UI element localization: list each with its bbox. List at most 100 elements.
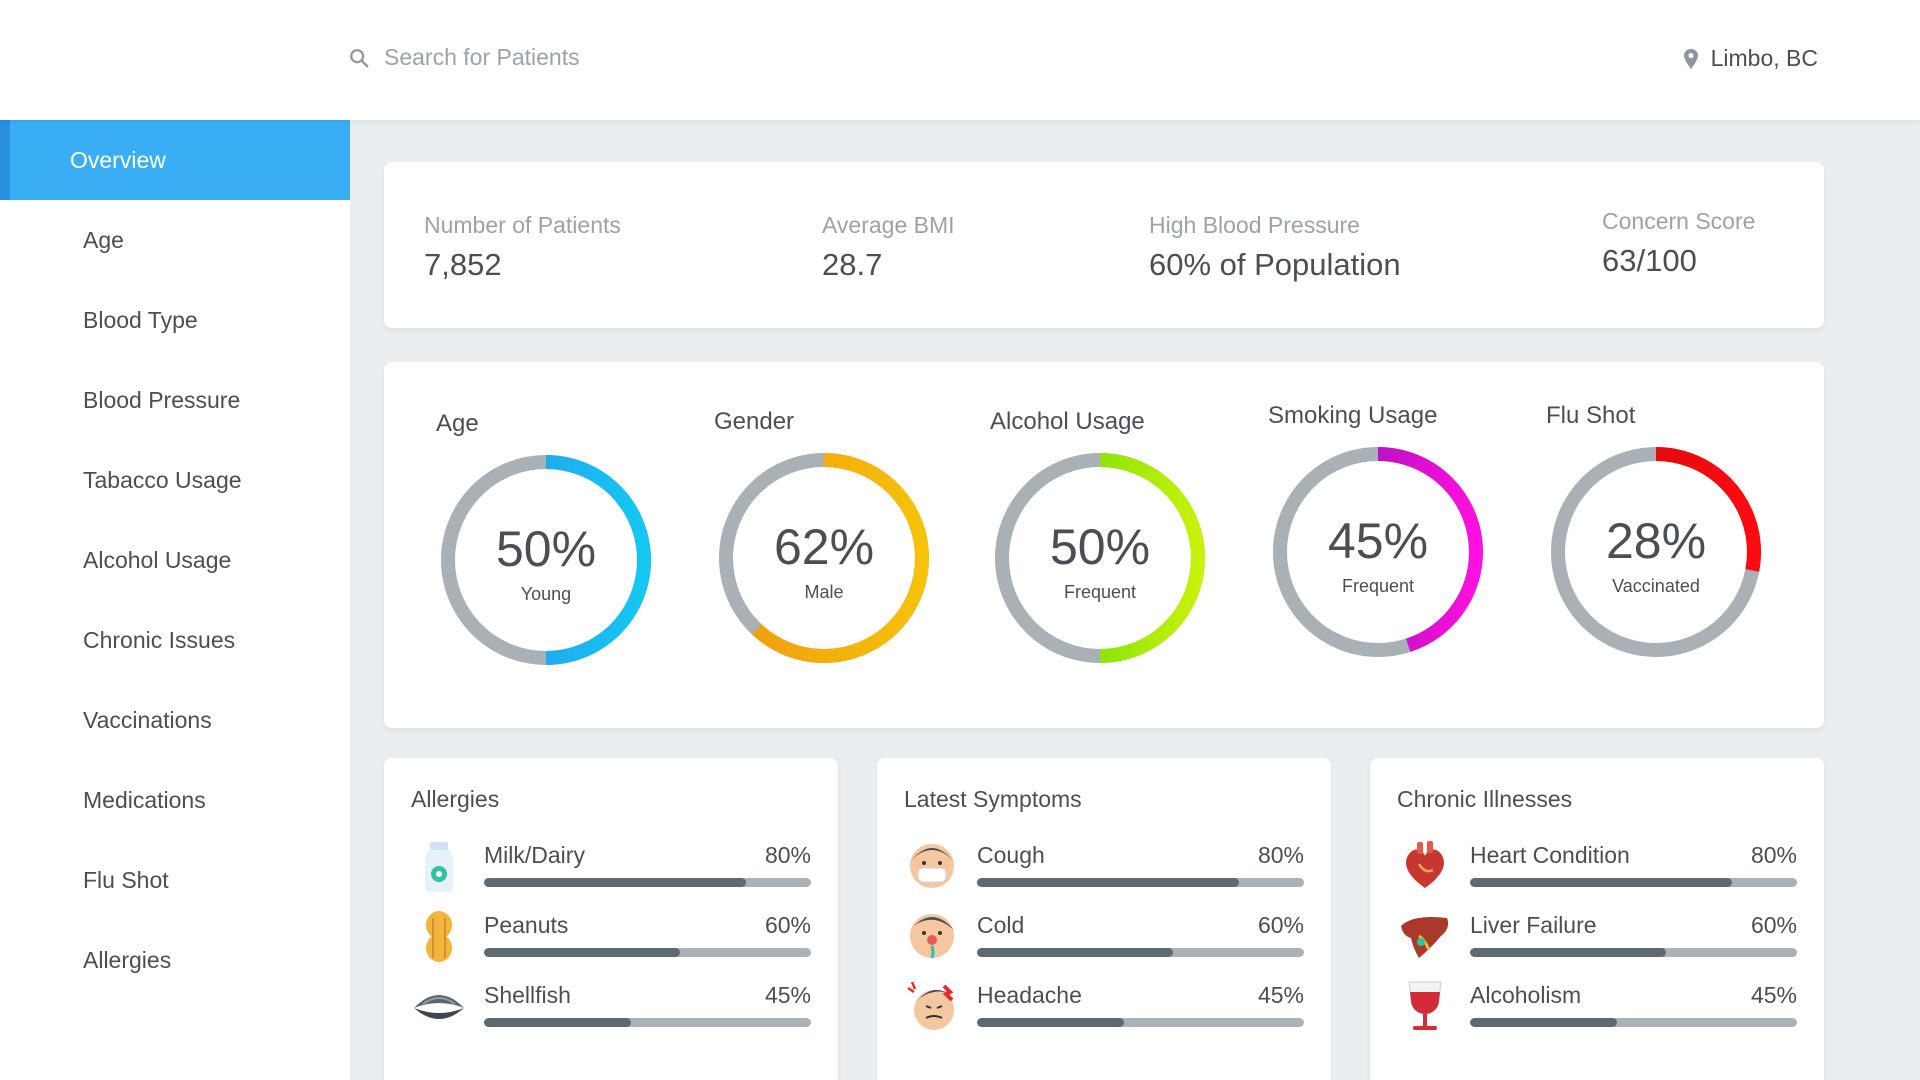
item-percent: 60% <box>764 912 811 938</box>
progress-track <box>484 878 811 887</box>
stat-value: 63/100 <box>1602 243 1697 278</box>
list-item[interactable]: Cold 60% <box>904 908 1304 968</box>
item-percent: 45% <box>764 982 811 1008</box>
sidebar-item-vaccinations[interactable]: Vaccinations <box>0 680 350 760</box>
location-selector[interactable]: Limbo, BC <box>1683 45 1818 72</box>
ring-alcohol-usage[interactable]: Alcohol Usage 50% Frequent <box>990 408 1250 668</box>
list-item[interactable]: Liver Failure 60% <box>1397 908 1797 968</box>
stat-label: Average BMI <box>822 212 955 238</box>
ring-percent: 28% <box>1606 513 1706 569</box>
item-name: Peanuts <box>484 912 569 938</box>
item-name: Milk/Dairy <box>484 842 585 868</box>
sidebar-item-blood-pressure[interactable]: Blood Pressure <box>0 360 350 440</box>
donut-chart: 50% Frequent <box>995 453 1205 663</box>
ring-title: Gender <box>714 408 795 435</box>
progress-track <box>977 948 1304 957</box>
item-name: Liver Failure <box>1470 912 1597 938</box>
progress-fill <box>484 878 746 887</box>
ring-percent: 50% <box>1050 519 1150 575</box>
stat-average-bmi: Average BMI 28.7 <box>822 212 955 283</box>
list-item[interactable]: Milk/Dairy 80% <box>411 838 811 898</box>
milk-bottle-icon <box>411 838 467 894</box>
clam-shell-icon <box>411 978 467 1034</box>
ring-smoking-usage[interactable]: Smoking Usage 45% Frequent <box>1268 402 1528 662</box>
donut-chart: 62% Male <box>719 453 929 663</box>
location-label: Limbo, BC <box>1710 45 1818 71</box>
sidebar-item-label: Blood Pressure <box>83 386 241 413</box>
donut-chart: 45% Frequent <box>1273 447 1483 657</box>
sidebar-item-label: Vaccinations <box>83 706 212 733</box>
progress-track <box>1470 878 1797 887</box>
card-title: Latest Symptoms <box>904 786 1082 812</box>
item-name: Shellfish <box>484 982 571 1008</box>
wine-glass-icon <box>1397 978 1453 1034</box>
progress-track <box>1470 948 1797 957</box>
ring-age[interactable]: Age 50% Young <box>436 410 696 670</box>
sidebar-item-label: Overview <box>70 146 166 173</box>
ring-title: Flu Shot <box>1546 402 1636 429</box>
sidebar-item-age[interactable]: Age <box>0 200 350 280</box>
sidebar-item-alcohol-usage[interactable]: Alcohol Usage <box>0 520 350 600</box>
item-name: Alcoholism <box>1470 982 1582 1008</box>
stat-concern-score: Concern Score 63/100 <box>1602 208 1755 279</box>
stat-high-blood-pressure: High Blood Pressure 60% of Population <box>1149 212 1401 283</box>
ring-percent: 62% <box>774 519 874 575</box>
item-name: Headache <box>977 982 1082 1008</box>
allergies-card: Allergies Milk/Dairy 80% Peanuts 60% Shellfi… <box>384 758 838 1080</box>
item-name: Cough <box>977 842 1045 868</box>
stat-label: Concern Score <box>1602 208 1756 234</box>
stat-label: High Blood Pressure <box>1149 212 1360 238</box>
ring-caption: Vaccinated <box>1612 576 1700 596</box>
progress-fill <box>977 1018 1125 1027</box>
patient-search[interactable] <box>348 44 784 71</box>
ring-caption: Frequent <box>1342 576 1414 596</box>
progress-track <box>484 948 811 957</box>
sidebar-item-tobacco-usage[interactable]: Tabacco Usage <box>0 440 350 520</box>
ring-title: Alcohol Usage <box>990 408 1145 435</box>
item-name: Heart Condition <box>1470 842 1630 868</box>
sick-face-icon <box>904 908 960 964</box>
sidebar-item-allergies[interactable]: Allergies <box>0 920 350 1000</box>
sidebar-item-label: Flu Shot <box>83 866 169 893</box>
item-percent: 45% <box>1257 982 1304 1008</box>
stat-number-of-patients: Number of Patients 7,852 <box>424 212 621 283</box>
sidebar-item-label: Allergies <box>83 946 172 973</box>
demographics-rings-card: Age 50% Young Gender 62% Male Alcohol Usag… <box>384 362 1824 728</box>
progress-track <box>1470 1018 1797 1027</box>
progress-track <box>977 878 1304 887</box>
progress-fill <box>1470 948 1667 957</box>
search-input[interactable] <box>384 44 784 71</box>
sidebar-item-blood-type[interactable]: Blood Type <box>0 280 350 360</box>
top-bar: Limbo, BC <box>0 0 1920 120</box>
sidebar-item-chronic-issues[interactable]: Chronic Issues <box>0 600 350 680</box>
list-item[interactable]: Shellfish 45% <box>411 978 811 1038</box>
ring-title: Smoking Usage <box>1268 402 1438 429</box>
ring-flu-shot[interactable]: Flu Shot 28% Vaccinated <box>1546 402 1806 662</box>
sidebar-item-overview[interactable]: Overview <box>0 120 350 200</box>
search-icon <box>350 48 369 67</box>
donut-chart: 28% Vaccinated <box>1551 447 1761 657</box>
ring-percent: 45% <box>1328 513 1428 569</box>
progress-fill <box>484 948 681 957</box>
stat-value: 7,852 <box>424 247 502 282</box>
card-title: Allergies <box>411 786 500 812</box>
sidebar-item-flu-shot[interactable]: Flu Shot <box>0 840 350 920</box>
list-item[interactable]: Headache 45% <box>904 978 1304 1038</box>
headache-face-icon <box>904 978 960 1034</box>
list-item[interactable]: Cough 80% <box>904 838 1304 898</box>
ring-percent: 50% <box>496 521 596 577</box>
list-item[interactable]: Heart Condition 80% <box>1397 838 1797 898</box>
latest-symptoms-card: Latest Symptoms Cough 80% Cold 60% Headache 4… <box>877 758 1331 1080</box>
progress-fill <box>1470 878 1732 887</box>
sidebar-item-label: Chronic Issues <box>83 626 236 653</box>
ring-title: Age <box>436 410 479 437</box>
list-item[interactable]: Peanuts 60% <box>411 908 811 968</box>
stat-value: 28.7 <box>822 247 883 282</box>
progress-track <box>484 1018 811 1027</box>
list-item[interactable]: Alcoholism 45% <box>1397 978 1797 1038</box>
progress-fill <box>1470 1018 1618 1027</box>
sidebar-item-medications[interactable]: Medications <box>0 760 350 840</box>
progress-fill <box>977 948 1174 957</box>
ring-gender[interactable]: Gender 62% Male <box>714 408 974 668</box>
stat-value: 60% of Population <box>1149 247 1401 282</box>
